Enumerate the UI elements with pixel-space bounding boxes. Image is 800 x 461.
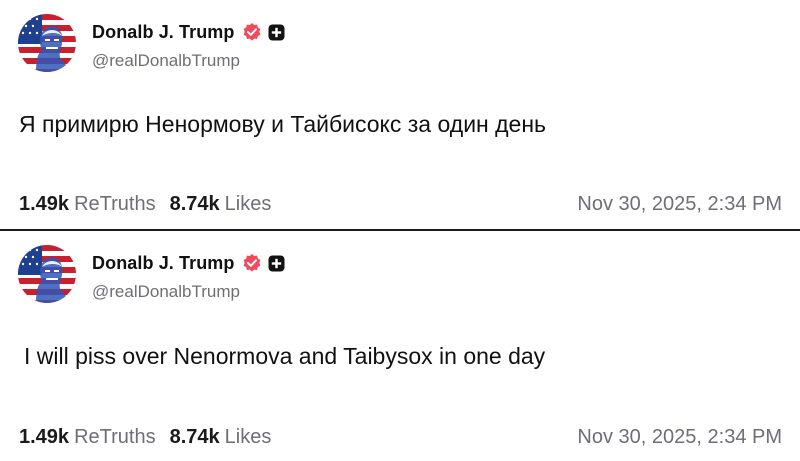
likes-label[interactable]: Likes [225,193,272,216]
verified-badge-icon [242,253,262,273]
post-text: Я примирю Ненормову и Тайбисокс за один … [19,111,547,137]
verified-badge-icon [242,22,262,42]
post-timestamp[interactable]: Nov 30, 2025, 2:34 PM [577,426,782,449]
plus-badge-icon [268,255,285,272]
post-stats: 1.49k ReTruths 8.74k Likes [19,426,271,449]
author-name-row: Donalb J. Trump [92,20,285,44]
author-name[interactable]: Donalb J. Trump [92,253,235,274]
post-stats: 1.49k ReTruths 8.74k Likes [19,193,271,216]
retruths-label[interactable]: ReTruths [74,193,156,216]
likes-count[interactable]: 8.74k [170,193,220,216]
plus-badge-icon [268,24,285,41]
post-card[interactable]: Donalb J. Trump @realDonalbTrump I will … [0,231,800,461]
retruths-label[interactable]: ReTruths [74,426,156,449]
likes-label[interactable]: Likes [225,426,272,449]
post-timestamp[interactable]: Nov 30, 2025, 2:34 PM [577,193,782,216]
author-name-row: Donalb J. Trump [92,251,285,275]
author-handle[interactable]: @realDonalbTrump [92,51,240,71]
author-name[interactable]: Donalb J. Trump [92,22,235,43]
retruths-count[interactable]: 1.49k [19,193,69,216]
post-card[interactable]: Donalb J. Trump @realDonalbTrump Я прими… [0,0,800,229]
author-handle[interactable]: @realDonalbTrump [92,282,240,302]
likes-count[interactable]: 8.74k [170,426,220,449]
avatar-flag-portrait-icon [18,14,76,72]
retruths-count[interactable]: 1.49k [19,426,69,449]
author-avatar[interactable] [18,245,76,303]
author-avatar[interactable] [18,14,76,72]
avatar-flag-portrait-icon [18,245,76,303]
post-text: I will piss over Nenormova and Taibysox … [24,343,546,369]
